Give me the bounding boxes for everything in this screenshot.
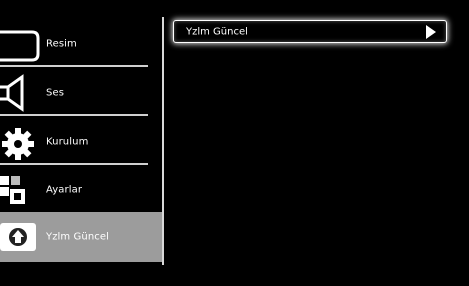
arrow-right-icon	[426, 24, 436, 39]
picture-icon	[0, 24, 40, 64]
sidebar-item-label: Yzlm Güncel	[46, 231, 110, 243]
sidebar-item-ayarlar[interactable]: Ayarlar	[0, 166, 150, 213]
sidebar-menu: Resim Ses Kurulum Ayarlar Yzlm Güncel	[0, 0, 163, 286]
divider	[0, 114, 148, 116]
panel-separator	[162, 17, 164, 265]
speaker-icon	[0, 73, 40, 113]
sidebar-item-kurulum[interactable]: Kurulum	[0, 118, 150, 165]
divider	[0, 163, 148, 165]
sidebar-item-yazilim-guncelleme[interactable]: Yzlm Güncel	[0, 212, 162, 262]
sidebar-item-ses[interactable]: Ses	[0, 69, 150, 116]
submenu-item-yazilim-guncelleme[interactable]: Yzlm Güncel	[173, 20, 447, 43]
sidebar-item-resim[interactable]: Resim	[0, 20, 150, 67]
gear-icon	[0, 122, 40, 162]
sidebar-item-label: Kurulum	[46, 136, 89, 147]
software-update-icon	[0, 217, 40, 257]
submenu-item-label: Yzlm Güncel	[186, 26, 248, 37]
sidebar-item-label: Ayarlar	[46, 184, 83, 195]
divider	[0, 65, 148, 67]
sidebar-item-label: Ses	[46, 87, 65, 98]
sidebar-item-label: Resim	[46, 38, 77, 49]
preferences-icon	[0, 170, 40, 210]
